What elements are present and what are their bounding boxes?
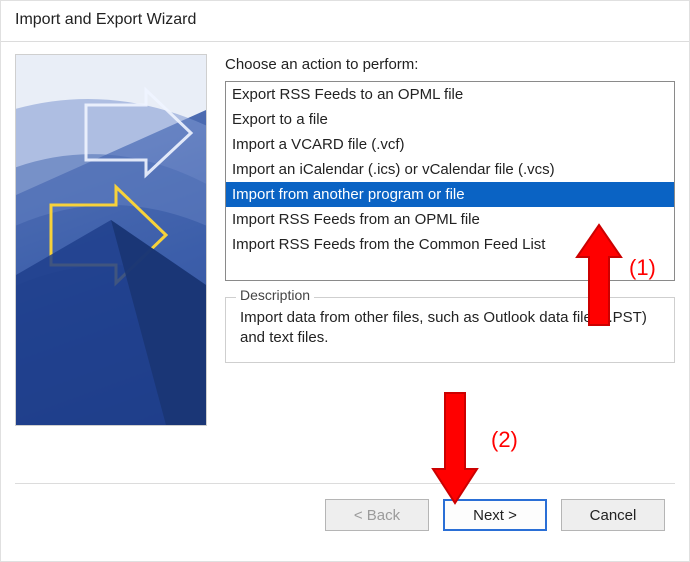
wizard-illustration [15,54,207,426]
description-text: Import data from other files, such as Ou… [240,308,660,348]
description-group: Description Import data from other files… [225,297,675,363]
action-list-item[interactable]: Import from another program or file [226,182,674,207]
action-list-item[interactable]: Export to a file [226,107,674,132]
buttonbar-separator [15,483,675,484]
button-bar: < Back Next > Cancel [1,499,689,531]
illustration-graphic [16,55,206,425]
cancel-button[interactable]: Cancel [561,499,665,531]
action-listbox[interactable]: Export RSS Feeds to an OPML fileExport t… [225,81,675,281]
action-list-item[interactable]: Export RSS Feeds to an OPML file [226,82,674,107]
description-legend: Description [236,287,314,303]
back-button[interactable]: < Back [325,499,429,531]
next-button[interactable]: Next > [443,499,547,531]
wizard-window: Import and Export Wizard [0,0,690,562]
window-title: Import and Export Wizard [1,1,689,35]
content-area: Choose an action to perform: Export RSS … [1,42,689,434]
action-list-item[interactable]: Import RSS Feeds from an OPML file [226,207,674,232]
action-list-item[interactable]: Import RSS Feeds from the Common Feed Li… [226,232,674,257]
right-pane: Choose an action to perform: Export RSS … [225,54,675,426]
choose-action-label: Choose an action to perform: [225,56,675,73]
action-list-item[interactable]: Import a VCARD file (.vcf) [226,132,674,157]
action-list-item[interactable]: Import an iCalendar (.ics) or vCalendar … [226,157,674,182]
